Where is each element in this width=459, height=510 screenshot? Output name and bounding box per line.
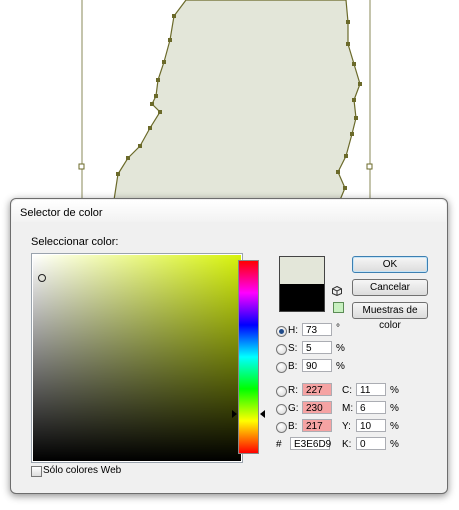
radio-hue[interactable] bbox=[276, 326, 287, 337]
color-swatches-button[interactable]: Muestras de color bbox=[352, 302, 428, 331]
hue-spectrum[interactable] bbox=[238, 260, 259, 454]
saturation-brightness-field[interactable] bbox=[33, 255, 241, 461]
yellow-label: Y: bbox=[342, 421, 351, 432]
cyan-label: C: bbox=[342, 385, 352, 396]
hue-input[interactable]: 73 bbox=[302, 323, 332, 336]
red-input[interactable]: 227 bbox=[302, 383, 332, 396]
bounding-box-handle[interactable] bbox=[366, 163, 373, 170]
magenta-input[interactable]: 6 bbox=[356, 401, 386, 414]
radio-blue[interactable] bbox=[276, 422, 287, 433]
brightness-input[interactable]: 90 bbox=[302, 359, 332, 372]
new-color-swatch bbox=[280, 257, 324, 284]
hue-slider[interactable] bbox=[232, 260, 265, 454]
blue-label: B: bbox=[288, 421, 298, 432]
green-input[interactable]: 230 bbox=[302, 401, 332, 414]
color-picker-dialog: Selector de color Seleccionar color: OK … bbox=[10, 198, 448, 494]
ok-button[interactable]: OK bbox=[352, 256, 428, 273]
selected-shape[interactable] bbox=[113, 0, 361, 201]
radio-saturation[interactable] bbox=[276, 344, 287, 355]
brightness-unit: % bbox=[336, 361, 345, 372]
select-color-label: Seleccionar color: bbox=[31, 236, 119, 248]
web-safe-color-swatch[interactable] bbox=[333, 302, 344, 313]
web-colors-only-label: Sólo colores Web bbox=[43, 465, 122, 476]
out-of-web-gamut-cube-icon[interactable] bbox=[332, 286, 342, 296]
hex-label: # bbox=[276, 439, 282, 450]
blue-input[interactable]: 217 bbox=[302, 419, 332, 432]
hue-slider-handle-left-icon[interactable] bbox=[232, 410, 237, 418]
red-label: R: bbox=[288, 385, 298, 396]
dialog-titlebar[interactable]: Selector de color bbox=[12, 200, 446, 222]
cancel-button[interactable]: Cancelar bbox=[352, 279, 428, 296]
saturation-input[interactable]: 5 bbox=[302, 341, 332, 354]
black-label: K: bbox=[342, 439, 352, 450]
saturation-label: S: bbox=[288, 343, 298, 354]
web-colors-only-checkbox[interactable] bbox=[31, 466, 42, 477]
hue-label: H: bbox=[288, 325, 298, 336]
yellow-input[interactable]: 10 bbox=[356, 419, 386, 432]
hex-input[interactable]: E3E6D9 bbox=[290, 437, 331, 450]
radio-red[interactable] bbox=[276, 386, 287, 397]
black-input[interactable]: 0 bbox=[356, 437, 386, 450]
current-color-swatch[interactable] bbox=[280, 284, 324, 311]
radio-green[interactable] bbox=[276, 404, 287, 415]
green-label: G: bbox=[288, 403, 299, 414]
color-field[interactable] bbox=[31, 253, 243, 463]
color-picker-cursor[interactable] bbox=[38, 274, 46, 282]
black-unit: % bbox=[390, 439, 399, 450]
color-preview bbox=[279, 256, 325, 312]
bounding-box-handle[interactable] bbox=[78, 163, 85, 170]
cyan-input[interactable]: 11 bbox=[356, 383, 386, 396]
magenta-unit: % bbox=[390, 403, 399, 414]
radio-brightness[interactable] bbox=[276, 362, 287, 373]
magenta-label: M: bbox=[342, 403, 354, 414]
yellow-unit: % bbox=[390, 421, 399, 432]
brightness-label: B: bbox=[288, 361, 298, 372]
cyan-unit: % bbox=[390, 385, 399, 396]
hue-unit: ° bbox=[336, 323, 340, 334]
dialog-title: Selector de color bbox=[20, 207, 103, 219]
hue-slider-handle-right-icon[interactable] bbox=[260, 410, 265, 418]
saturation-unit: % bbox=[336, 343, 345, 354]
